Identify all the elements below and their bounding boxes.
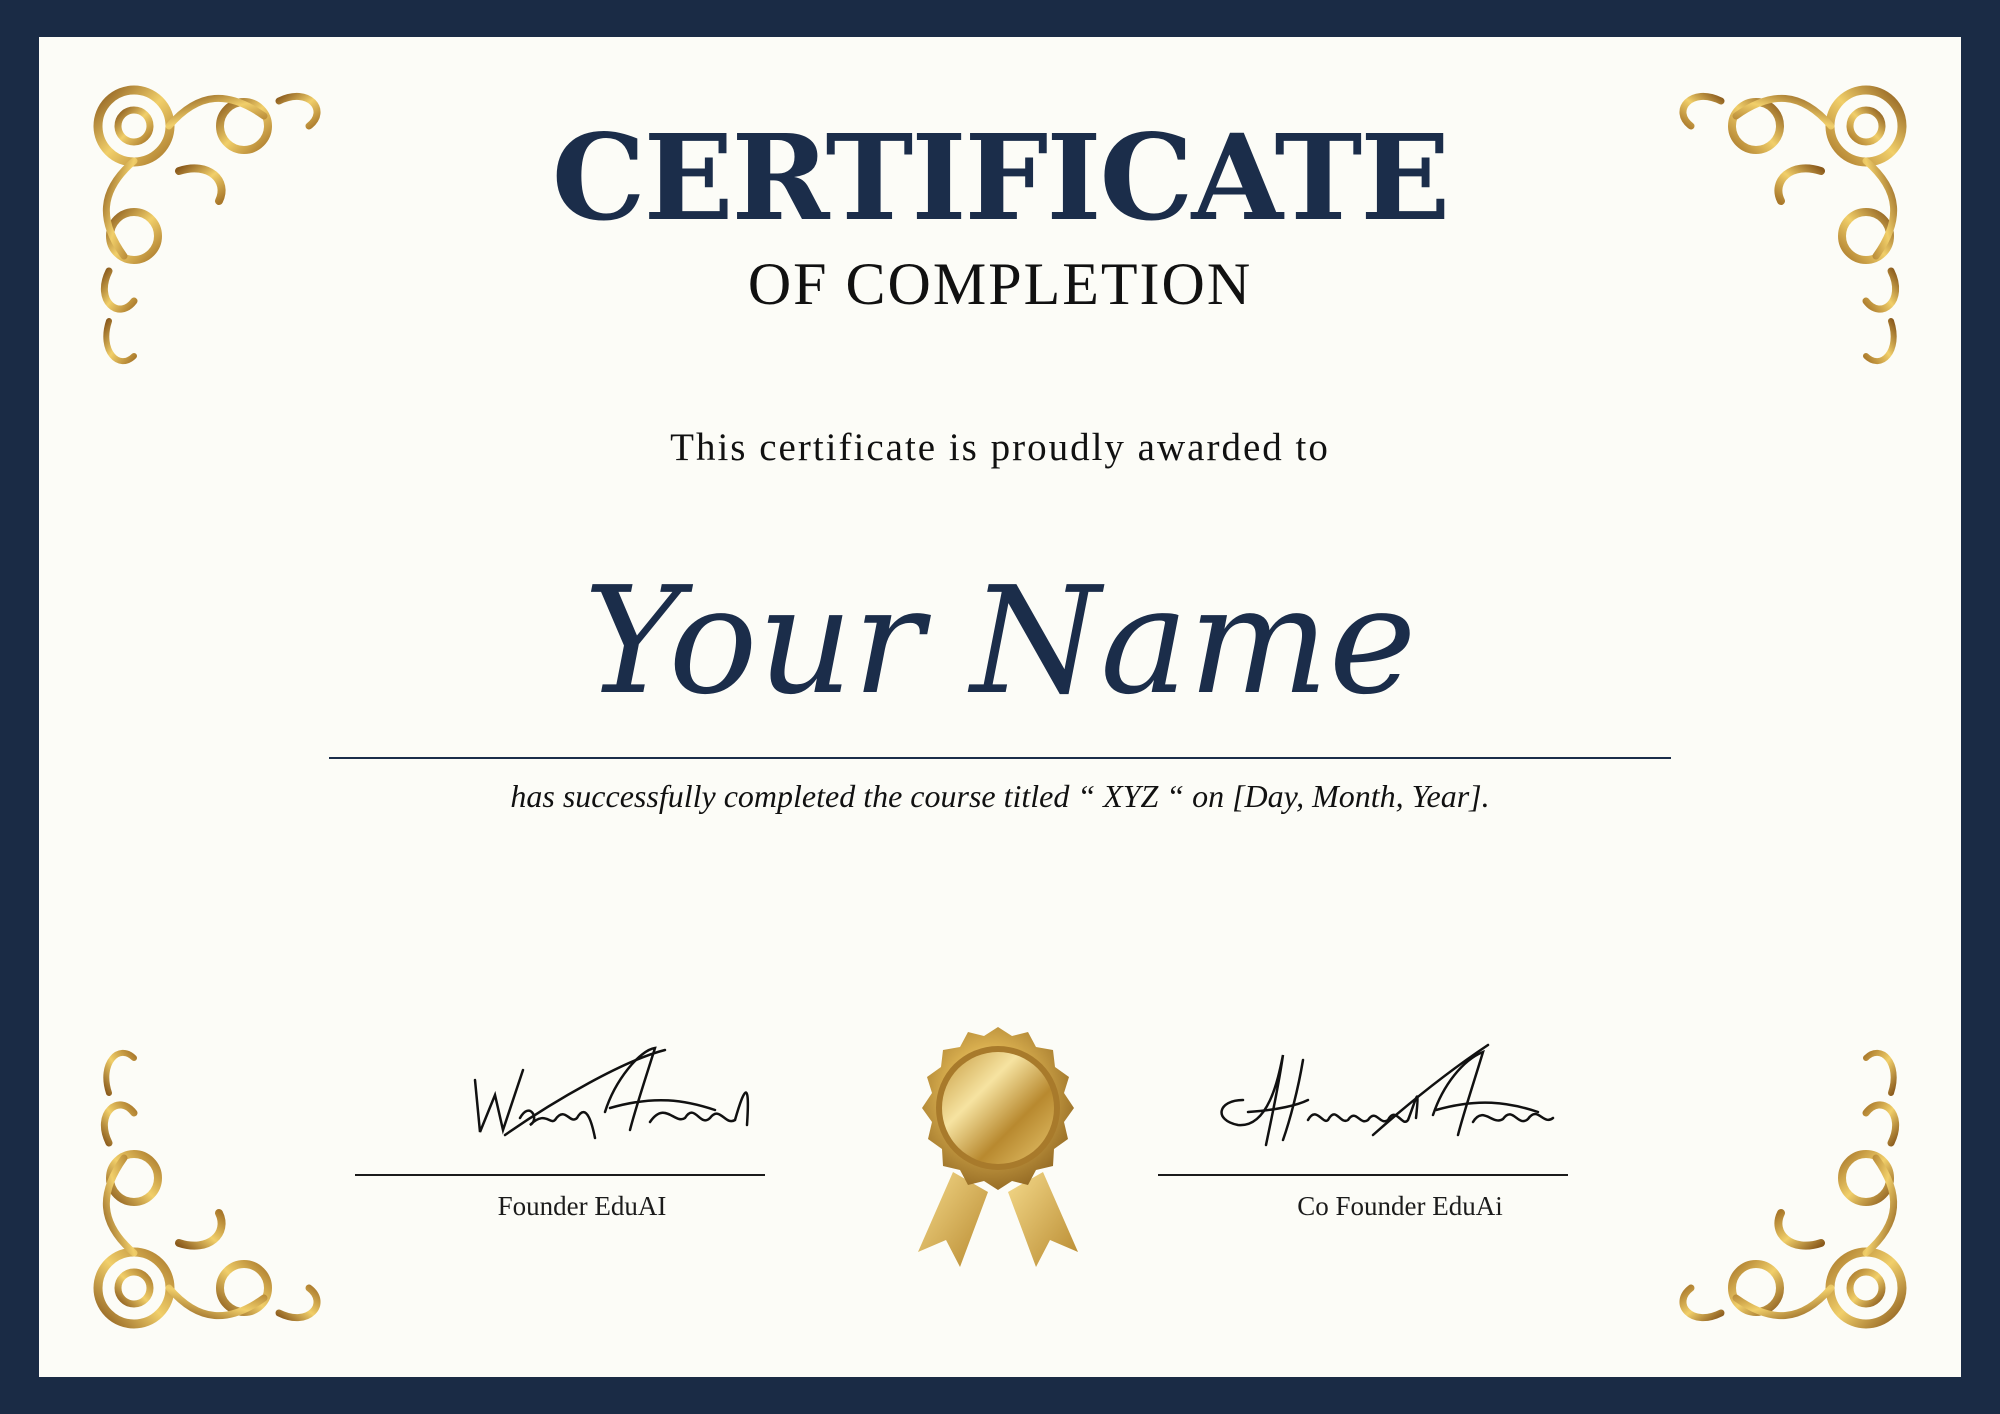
certificate-title: CERTIFICATE (551, 108, 1451, 247)
gold-award-seal-icon (898, 1022, 1098, 1272)
certificate-frame: CERTIFICATE OF COMPLETION This certifica… (0, 0, 2000, 1414)
signature-block-left (355, 1040, 765, 1180)
course-completion-text: has successfully completed the course ti… (510, 778, 1490, 814)
corner-ornament-bottom-right-icon (1561, 983, 1921, 1343)
signature-line-left (355, 1174, 765, 1176)
signature-block-right (1158, 1040, 1568, 1180)
certificate-subtitle: OF COMPLETION (747, 251, 1253, 317)
signature-waqar-ahmad (473, 1046, 750, 1140)
name-underline (329, 757, 1671, 759)
awarded-text: This certificate is proudly awarded to (670, 426, 1330, 469)
recipient-name: Your Name (583, 555, 1417, 727)
signer-role-right: Co Founder EduAi (1297, 1191, 1503, 1221)
signer-role-left: Founder EduAI (497, 1191, 667, 1221)
signature-line-right (1158, 1174, 1568, 1176)
signature-hammad-ahmad (1220, 1043, 1555, 1147)
